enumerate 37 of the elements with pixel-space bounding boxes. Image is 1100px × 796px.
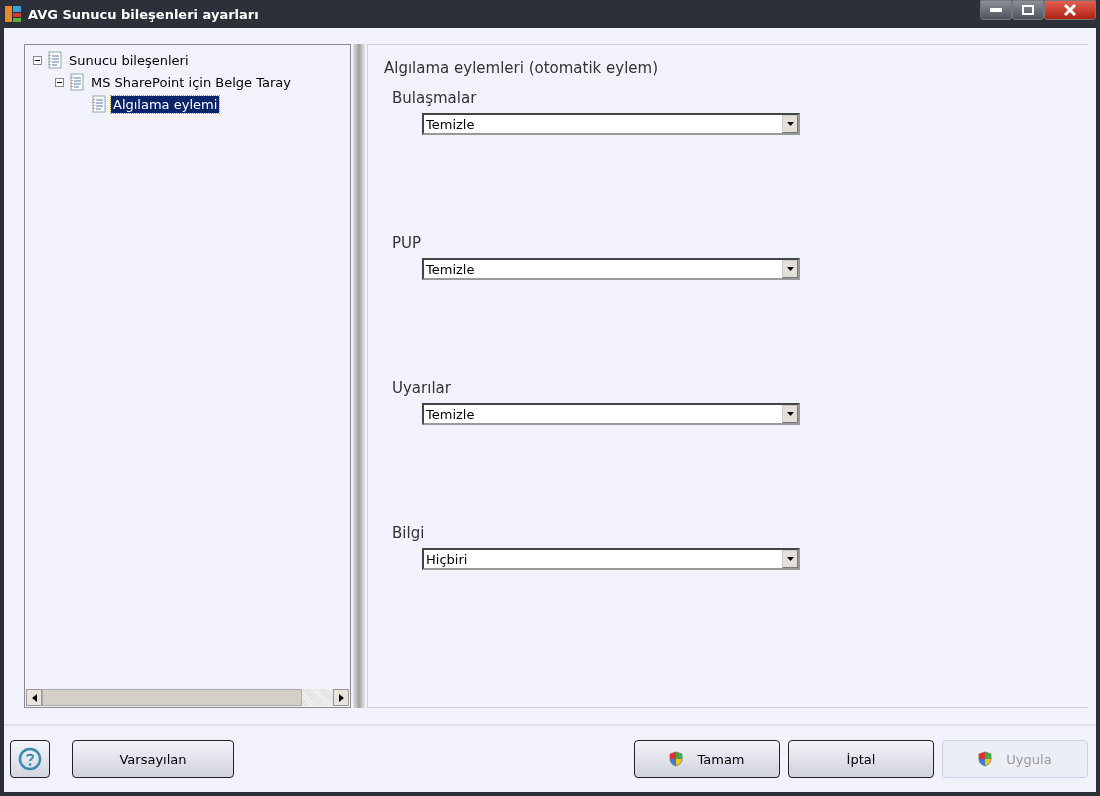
- defaults-button[interactable]: Varsayılan: [72, 740, 234, 778]
- dropdown[interactable]: Temizle: [422, 403, 800, 425]
- collapse-toggle-icon[interactable]: [55, 77, 67, 87]
- help-icon: [18, 747, 42, 771]
- collapse-toggle-icon[interactable]: [33, 55, 45, 65]
- tree-item[interactable]: MS SharePoint için Belge Taray: [89, 73, 293, 91]
- field-label: Uyarılar: [392, 379, 452, 397]
- app-logo-icon: [4, 5, 22, 23]
- minimize-icon: [990, 8, 1002, 12]
- splitter-handle[interactable]: [353, 44, 365, 708]
- document-icon: [69, 73, 85, 91]
- scroll-left-icon[interactable]: [26, 689, 42, 706]
- tree-item[interactable]: Algılama eylemi: [111, 95, 220, 113]
- minimize-button[interactable]: [980, 0, 1012, 20]
- field-label: PUP: [392, 234, 423, 252]
- field-label: Bilgi: [392, 524, 426, 542]
- help-button[interactable]: [10, 740, 50, 778]
- section-heading: Algılama eylemleri (otomatik eylem): [384, 59, 660, 77]
- scroll-thumb[interactable]: [42, 689, 302, 706]
- maximize-button[interactable]: [1012, 0, 1044, 20]
- scroll-right-icon[interactable]: [333, 689, 349, 706]
- field-label: Bulaşmalar: [392, 89, 478, 107]
- close-icon: [1064, 4, 1076, 16]
- document-icon: [47, 51, 63, 69]
- dropdown[interactable]: Temizle: [422, 258, 800, 280]
- close-button[interactable]: [1044, 0, 1096, 20]
- dialog-button[interactable]: Tamam: [634, 740, 780, 778]
- document-icon: [91, 95, 107, 113]
- shield-icon: [978, 751, 993, 767]
- window-title: AVG Sunucu bileşenleri ayarları: [28, 6, 260, 22]
- dialog-button[interactable]: İptal: [788, 740, 934, 778]
- dropdown[interactable]: Temizle: [422, 113, 800, 135]
- tree-item[interactable]: Sunucu bileşenleri: [67, 51, 191, 69]
- maximize-icon: [1022, 5, 1034, 15]
- horizontal-scrollbar[interactable]: [26, 689, 349, 706]
- shield-icon: [669, 751, 684, 767]
- dropdown[interactable]: Hiçbiri: [422, 548, 800, 570]
